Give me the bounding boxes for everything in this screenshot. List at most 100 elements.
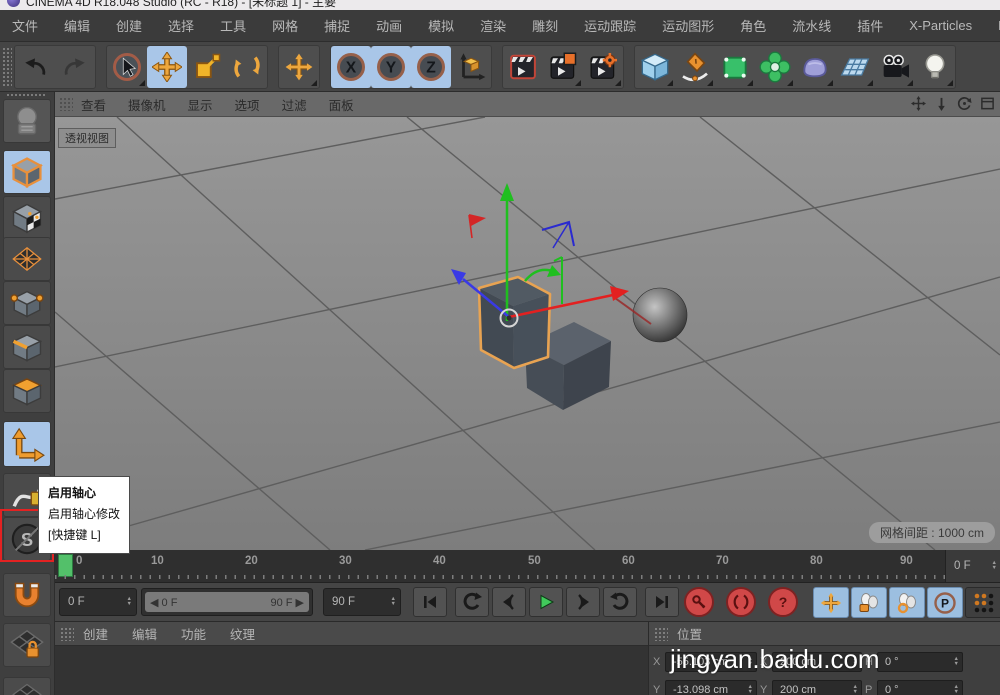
key-scale-toggle[interactable]	[851, 587, 887, 618]
menu-sculpt[interactable]: 雕刻	[532, 16, 558, 35]
autokey-button[interactable]	[726, 587, 756, 617]
viewport-canvas[interactable]: 透视视图 网格间距 : 1000 cm	[55, 117, 1000, 550]
coordinates-grip[interactable]	[654, 627, 668, 641]
sphere-object[interactable]	[633, 288, 687, 342]
mat-menu-create[interactable]: 创建	[83, 624, 108, 643]
keying-selection-grid[interactable]	[965, 587, 1000, 618]
model-mode-button[interactable]	[3, 150, 51, 194]
rotate-tool[interactable]	[227, 46, 267, 88]
mat-menu-edit[interactable]: 编辑	[132, 624, 157, 643]
menu-pipeline[interactable]: 流水线	[792, 16, 831, 35]
frame-range-slider[interactable]: ◀ 0 F 90 F ▶	[141, 588, 313, 616]
rot-p-field[interactable]: 0 ° ▲▼	[877, 680, 963, 695]
pos-y-stepper[interactable]: ▲▼	[748, 685, 753, 695]
texture-mode-button[interactable]	[3, 196, 51, 240]
timeline-ruler[interactable]: 0 10 20 30 40 50 60 70 80 90 0 F ▲▼	[55, 550, 1000, 583]
materials-grip[interactable]	[60, 627, 74, 641]
menu-plugins[interactable]: 插件	[857, 16, 883, 35]
viewport-pan-icon[interactable]	[910, 95, 927, 112]
rot-p-stepper[interactable]: ▲▼	[954, 685, 959, 695]
current-frame-display[interactable]: 0 F ▲▼	[945, 550, 1000, 582]
menu-file[interactable]: 文件	[12, 16, 38, 35]
viewport-zoom-icon[interactable]	[933, 95, 950, 112]
render-view-button[interactable]	[503, 46, 543, 88]
menu-simulate[interactable]: 模拟	[428, 16, 454, 35]
menu-character[interactable]: 角色	[740, 16, 766, 35]
mat-menu-texture[interactable]: 纹理	[230, 624, 255, 643]
menu-edit[interactable]: 编辑	[64, 16, 90, 35]
vp-menu-view[interactable]: 查看	[81, 95, 106, 114]
viewport-grip[interactable]	[59, 97, 73, 111]
add-subdivision-surface-button[interactable]	[715, 46, 755, 88]
add-cube-button[interactable]	[635, 46, 675, 88]
render-settings-button[interactable]	[583, 46, 623, 88]
last-used-tool[interactable]	[279, 46, 319, 88]
mat-menu-function[interactable]: 功能	[181, 624, 206, 643]
points-mode-button[interactable]	[3, 281, 51, 325]
menu-animate[interactable]: 动画	[376, 16, 402, 35]
edges-mode-button[interactable]	[3, 325, 51, 369]
menu-select[interactable]: 选择	[168, 16, 194, 35]
current-frame-stepper[interactable]: ▲▼	[127, 597, 132, 607]
workplane-mode-button[interactable]	[3, 237, 51, 281]
menu-snap[interactable]: 捕捉	[324, 16, 350, 35]
vp-menu-filter[interactable]: 过滤	[282, 95, 307, 114]
key-rotation-toggle[interactable]	[889, 587, 925, 618]
sidebar-grip[interactable]	[6, 93, 46, 98]
next-frame-button[interactable]	[566, 587, 600, 617]
viewport-rotate-icon[interactable]	[956, 95, 973, 112]
y-axis-lock-button[interactable]: Y	[371, 46, 411, 88]
vp-menu-display[interactable]: 显示	[188, 95, 213, 114]
go-to-end-button[interactable]	[645, 587, 679, 617]
rot-h-stepper[interactable]: ▲▼	[954, 657, 959, 667]
current-frame-field[interactable]: 0 F ▲▼	[59, 588, 137, 616]
keyframe-selection-button[interactable]: ?	[768, 587, 798, 617]
add-camera-button[interactable]	[875, 46, 915, 88]
key-position-toggle[interactable]	[813, 587, 849, 618]
key-parameter-toggle[interactable]: P	[927, 587, 963, 618]
redo-button[interactable]	[55, 46, 95, 88]
toolbar-grip[interactable]	[2, 47, 12, 87]
pos-y-field[interactable]: -13.098 cm ▲▼	[665, 680, 757, 695]
x-axis-lock-button[interactable]: X	[331, 46, 371, 88]
next-key-button[interactable]	[603, 587, 637, 617]
add-environment-button[interactable]	[795, 46, 835, 88]
add-deformer-button[interactable]	[755, 46, 795, 88]
vp-menu-panel[interactable]: 面板	[329, 95, 354, 114]
make-editable-button[interactable]	[3, 99, 51, 143]
menu-tools[interactable]: 工具	[220, 16, 246, 35]
previous-key-button[interactable]	[455, 587, 489, 617]
vp-menu-options[interactable]: 选项	[235, 95, 260, 114]
size-y-field[interactable]: 200 cm ▲▼	[772, 680, 862, 695]
lock-workplane-button[interactable]	[3, 623, 51, 667]
view-label[interactable]: 透视视图	[58, 128, 116, 148]
polygons-mode-button[interactable]	[3, 369, 51, 413]
size-y-stepper[interactable]: ▲▼	[853, 685, 858, 695]
record-keyframe-button[interactable]	[684, 587, 714, 617]
end-frame-stepper[interactable]: ▲▼	[391, 597, 396, 607]
menu-create[interactable]: 创建	[116, 16, 142, 35]
live-selection-tool[interactable]	[107, 46, 147, 88]
undo-button[interactable]	[15, 46, 55, 88]
timeline-playhead[interactable]	[58, 554, 73, 577]
move-tool[interactable]	[147, 46, 187, 88]
viewport-toggle-icon[interactable]	[979, 95, 996, 112]
vp-menu-camera[interactable]: 摄像机	[128, 95, 166, 114]
previous-frame-button[interactable]	[492, 587, 526, 617]
rot-h-field[interactable]: 0 ° ▲▼	[877, 652, 963, 672]
add-floor-button[interactable]	[835, 46, 875, 88]
menu-xparticles[interactable]: X-Particles	[909, 18, 972, 33]
frame-stepper[interactable]: ▲▼	[992, 561, 997, 571]
enable-axis-button[interactable]	[3, 421, 51, 467]
menu-render[interactable]: 渲染	[480, 16, 506, 35]
go-to-start-button[interactable]	[413, 587, 447, 617]
selected-cube[interactable]	[479, 277, 550, 368]
add-spline-pen-button[interactable]	[675, 46, 715, 88]
z-axis-lock-button[interactable]: Z	[411, 46, 451, 88]
menu-mesh[interactable]: 网格	[272, 16, 298, 35]
menu-motion-tracker[interactable]: 运动跟踪	[584, 16, 636, 35]
menu-mograph[interactable]: 运动图形	[662, 16, 714, 35]
coordinate-system-button[interactable]	[451, 46, 491, 88]
workplane-tool-button[interactable]	[3, 677, 51, 695]
render-to-picture-viewer-button[interactable]	[543, 46, 583, 88]
